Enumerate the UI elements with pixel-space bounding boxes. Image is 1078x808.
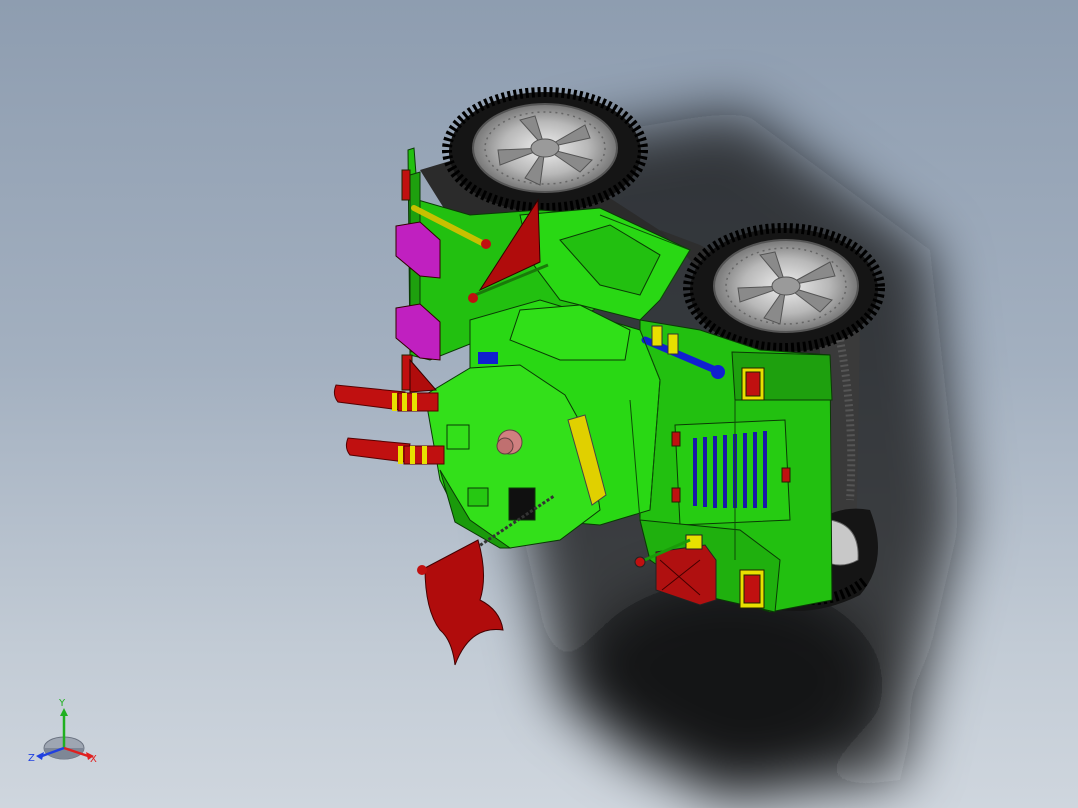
wheel-top — [442, 87, 648, 213]
z-arrow-icon — [36, 752, 44, 760]
x-axis-label: X — [90, 754, 97, 765]
axis-triad: Y X Z — [28, 698, 97, 765]
z-axis-label: Z — [28, 753, 35, 764]
y-arrow-icon — [60, 708, 68, 716]
3d-viewport[interactable]: Y X Z — [0, 0, 1078, 808]
cannons — [333, 384, 445, 465]
model-scene[interactable] — [0, 0, 1078, 808]
y-axis-label: Y — [58, 698, 66, 709]
